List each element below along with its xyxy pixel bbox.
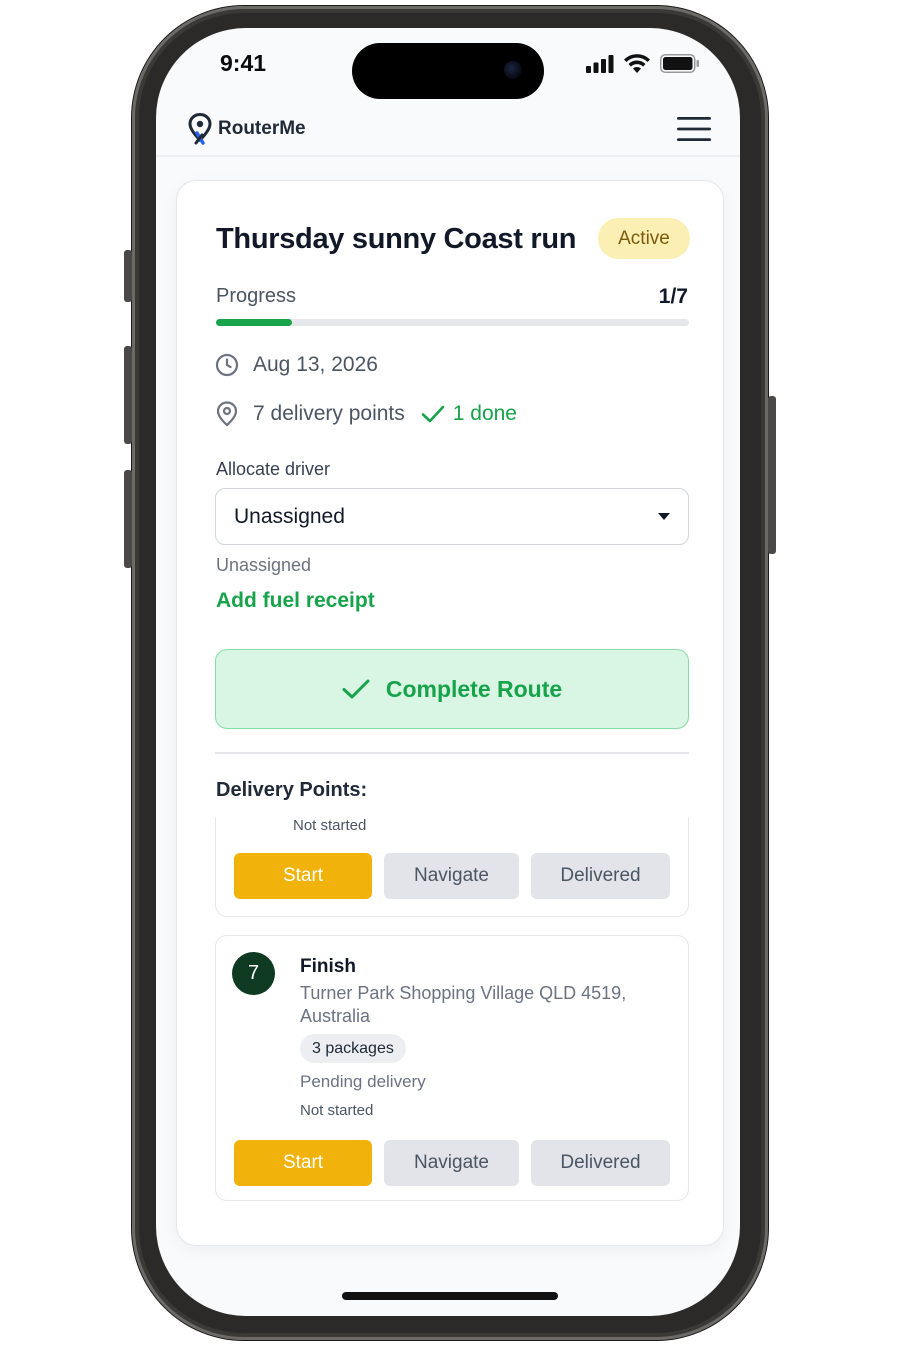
delivery-state: Pending delivery <box>300 1072 426 1091</box>
points-row: 7 delivery points 1 done <box>215 401 517 427</box>
status-time: 9:41 <box>220 50 267 76</box>
delivery-point-status: Not started <box>293 817 367 834</box>
delivery-point-address: Turner Park Shopping Village QLD 4519, A… <box>300 983 627 1026</box>
action-button <box>124 250 132 302</box>
home-indicator <box>342 1292 558 1300</box>
location-pin-icon <box>216 401 238 427</box>
header-divider <box>156 155 740 157</box>
progress-label: Progress <box>216 285 297 307</box>
dynamic-island <box>352 43 544 99</box>
route-date: Aug 13, 2026 <box>253 353 378 376</box>
caret-down-icon <box>658 513 670 520</box>
volume-down-button <box>124 470 132 568</box>
done-count: 1 done <box>452 402 517 425</box>
brand-name: RouterMe <box>218 118 306 139</box>
navigate-button[interactable]: Navigate <box>384 1140 519 1186</box>
delivered-button[interactable]: Delivered <box>531 1140 670 1186</box>
progress-bar-fill <box>216 319 292 326</box>
brand[interactable]: RouterMe <box>188 113 306 145</box>
delivery-point-actions: Start Navigate Delivered <box>234 1140 670 1186</box>
add-fuel-receipt-link[interactable]: Add fuel receipt <box>216 589 375 613</box>
delivery-point-status: Not started <box>300 1102 374 1119</box>
driver-label: Allocate driver <box>216 459 331 479</box>
routerme-logo-icon <box>188 113 212 145</box>
done-indicator: 1 done <box>421 402 517 426</box>
start-button[interactable]: Start <box>234 853 372 899</box>
status-badge: Active <box>598 218 690 259</box>
check-icon <box>342 679 370 699</box>
progress-count: 1/7 <box>658 285 688 308</box>
delivery-points-title: Delivery Points: <box>216 779 368 801</box>
section-divider <box>215 752 689 754</box>
delivery-points-count: 7 delivery points <box>253 402 405 425</box>
complete-route-button[interactable]: Complete Route <box>215 649 689 729</box>
volume-up-button <box>124 346 132 444</box>
delivery-point-card: Not started Start Navigate Delivered <box>215 817 689 917</box>
route-card: Thursday sunny Coast run Active Progress… <box>176 180 724 1246</box>
wifi-icon <box>624 54 650 73</box>
delivery-point-name: Finish <box>300 956 356 977</box>
status-icons <box>586 54 700 73</box>
delivered-button[interactable]: Delivered <box>531 853 670 899</box>
driver-select[interactable]: Unassigned <box>215 488 689 545</box>
complete-route-label: Complete Route <box>385 675 563 702</box>
phone-screen: 9:41 RouterMe Thursday sunny Coast run A… <box>156 28 740 1316</box>
delivery-point-card: 7 Finish Turner Park Shopping Village QL… <box>215 935 689 1201</box>
hamburger-menu-icon[interactable] <box>676 116 712 142</box>
check-icon <box>421 405 445 423</box>
stop-number-badge: 7 <box>232 952 275 995</box>
driver-helper-text: Unassigned <box>216 555 312 575</box>
start-button[interactable]: Start <box>234 1140 372 1186</box>
battery-icon <box>660 54 699 73</box>
driver-select-value: Unassigned <box>234 504 345 528</box>
progress-bar <box>216 319 689 326</box>
camera-icon <box>504 61 522 79</box>
packages-badge: 3 packages <box>300 1034 406 1063</box>
route-title: Thursday sunny Coast run <box>216 223 577 255</box>
power-button <box>768 396 776 554</box>
signal-icon <box>586 54 614 73</box>
date-row: Aug 13, 2026 <box>215 353 378 377</box>
app-header: RouterMe <box>156 100 740 158</box>
navigate-button[interactable]: Navigate <box>384 853 519 899</box>
delivery-point-actions: Start Navigate Delivered <box>234 853 670 899</box>
clock-icon <box>215 353 239 377</box>
